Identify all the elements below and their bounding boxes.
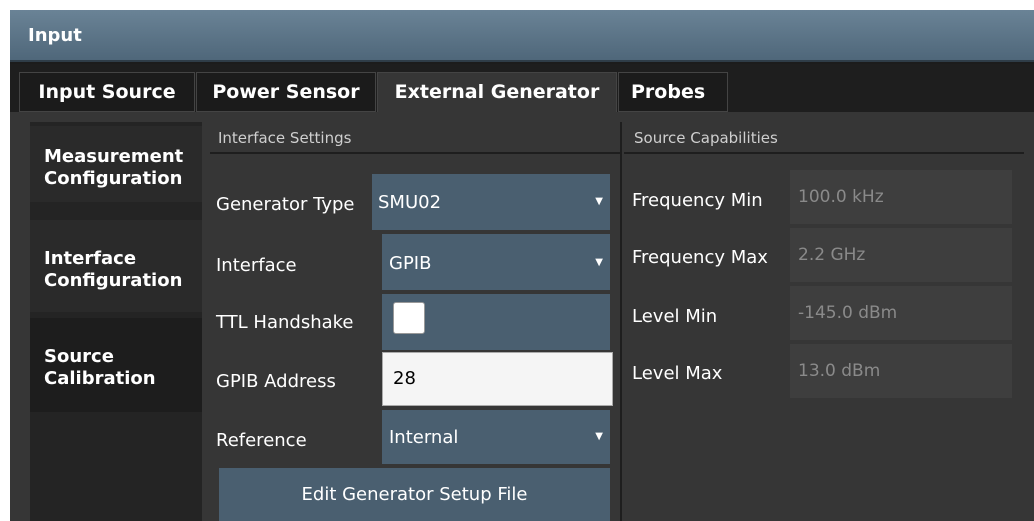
sidebar: Measurement Configuration Interface Conf…	[30, 122, 202, 521]
sidebar-item-label: Source	[44, 346, 114, 367]
level-min-label: Level Min	[632, 306, 718, 327]
sidebar-item-label: Calibration	[44, 368, 156, 389]
tab-input-source[interactable]: Input Source	[19, 72, 195, 112]
tab-power-sensor[interactable]: Power Sensor	[196, 72, 376, 112]
gpib-address-input[interactable]: 28	[382, 352, 613, 406]
edit-generator-setup-file-button[interactable]: Edit Generator Setup File	[219, 468, 610, 521]
tab-content-external-generator: Measurement Configuration Interface Conf…	[10, 112, 1034, 521]
interface-settings-title: Interface Settings	[218, 129, 352, 147]
sidebar-item-label: Configuration	[44, 168, 183, 189]
input-dialog: Input Input Source Power Sensor External…	[10, 10, 1034, 521]
interface-value: GPIB	[389, 253, 432, 274]
reference-value: Internal	[389, 427, 459, 448]
sidebar-item-label: Configuration	[44, 270, 183, 291]
caret-down-icon: ▼	[595, 257, 603, 268]
caret-down-icon: ▼	[595, 196, 603, 207]
frequency-max-value: 2.2 GHz	[790, 228, 1012, 282]
dialog-title: Input	[28, 25, 82, 46]
ttl-handshake-label: TTL Handshake	[216, 312, 354, 333]
sidebar-item-label: Measurement	[44, 146, 184, 167]
source-capabilities-divider	[624, 152, 1024, 154]
interface-dropdown[interactable]: GPIB ▼	[382, 234, 610, 290]
reference-label: Reference	[216, 430, 307, 451]
tab-probes[interactable]: Probes	[618, 72, 728, 112]
tab-bar: Input Source Power Sensor External Gener…	[10, 64, 1034, 114]
group-divider	[620, 122, 622, 521]
level-max-label: Level Max	[632, 363, 723, 384]
level-min-value: -145.0 dBm	[790, 286, 1012, 340]
reference-dropdown[interactable]: Internal ▼	[382, 410, 610, 464]
page-margin-left	[0, 0, 10, 521]
caret-down-icon: ▼	[595, 431, 603, 442]
sidebar-item-label: Interface	[44, 248, 137, 269]
gpib-address-label: GPIB Address	[216, 371, 336, 392]
tab-external-generator[interactable]: External Generator	[377, 72, 617, 114]
sidebar-item-measurement-configuration[interactable]: Measurement Configuration	[30, 126, 202, 202]
page-margin-top	[0, 0, 1034, 10]
interface-label: Interface	[216, 255, 297, 276]
generator-type-value: SMU02	[378, 192, 442, 213]
frequency-min-value: 100.0 kHz	[790, 170, 1012, 224]
dialog-titlebar: Input	[10, 10, 1034, 62]
generator-type-dropdown[interactable]: SMU02 ▼	[372, 174, 610, 230]
source-capabilities-title: Source Capabilities	[634, 129, 778, 147]
sidebar-item-interface-configuration[interactable]: Interface Configuration	[30, 220, 202, 312]
frequency-max-label: Frequency Max	[632, 247, 768, 268]
sidebar-item-source-calibration[interactable]: Source Calibration	[30, 318, 202, 412]
frequency-min-label: Frequency Min	[632, 190, 763, 211]
ttl-handshake-checkbox[interactable]	[393, 302, 425, 334]
level-max-value: 13.0 dBm	[790, 344, 1012, 398]
generator-type-label: Generator Type	[216, 194, 355, 215]
interface-settings-divider	[210, 152, 620, 154]
